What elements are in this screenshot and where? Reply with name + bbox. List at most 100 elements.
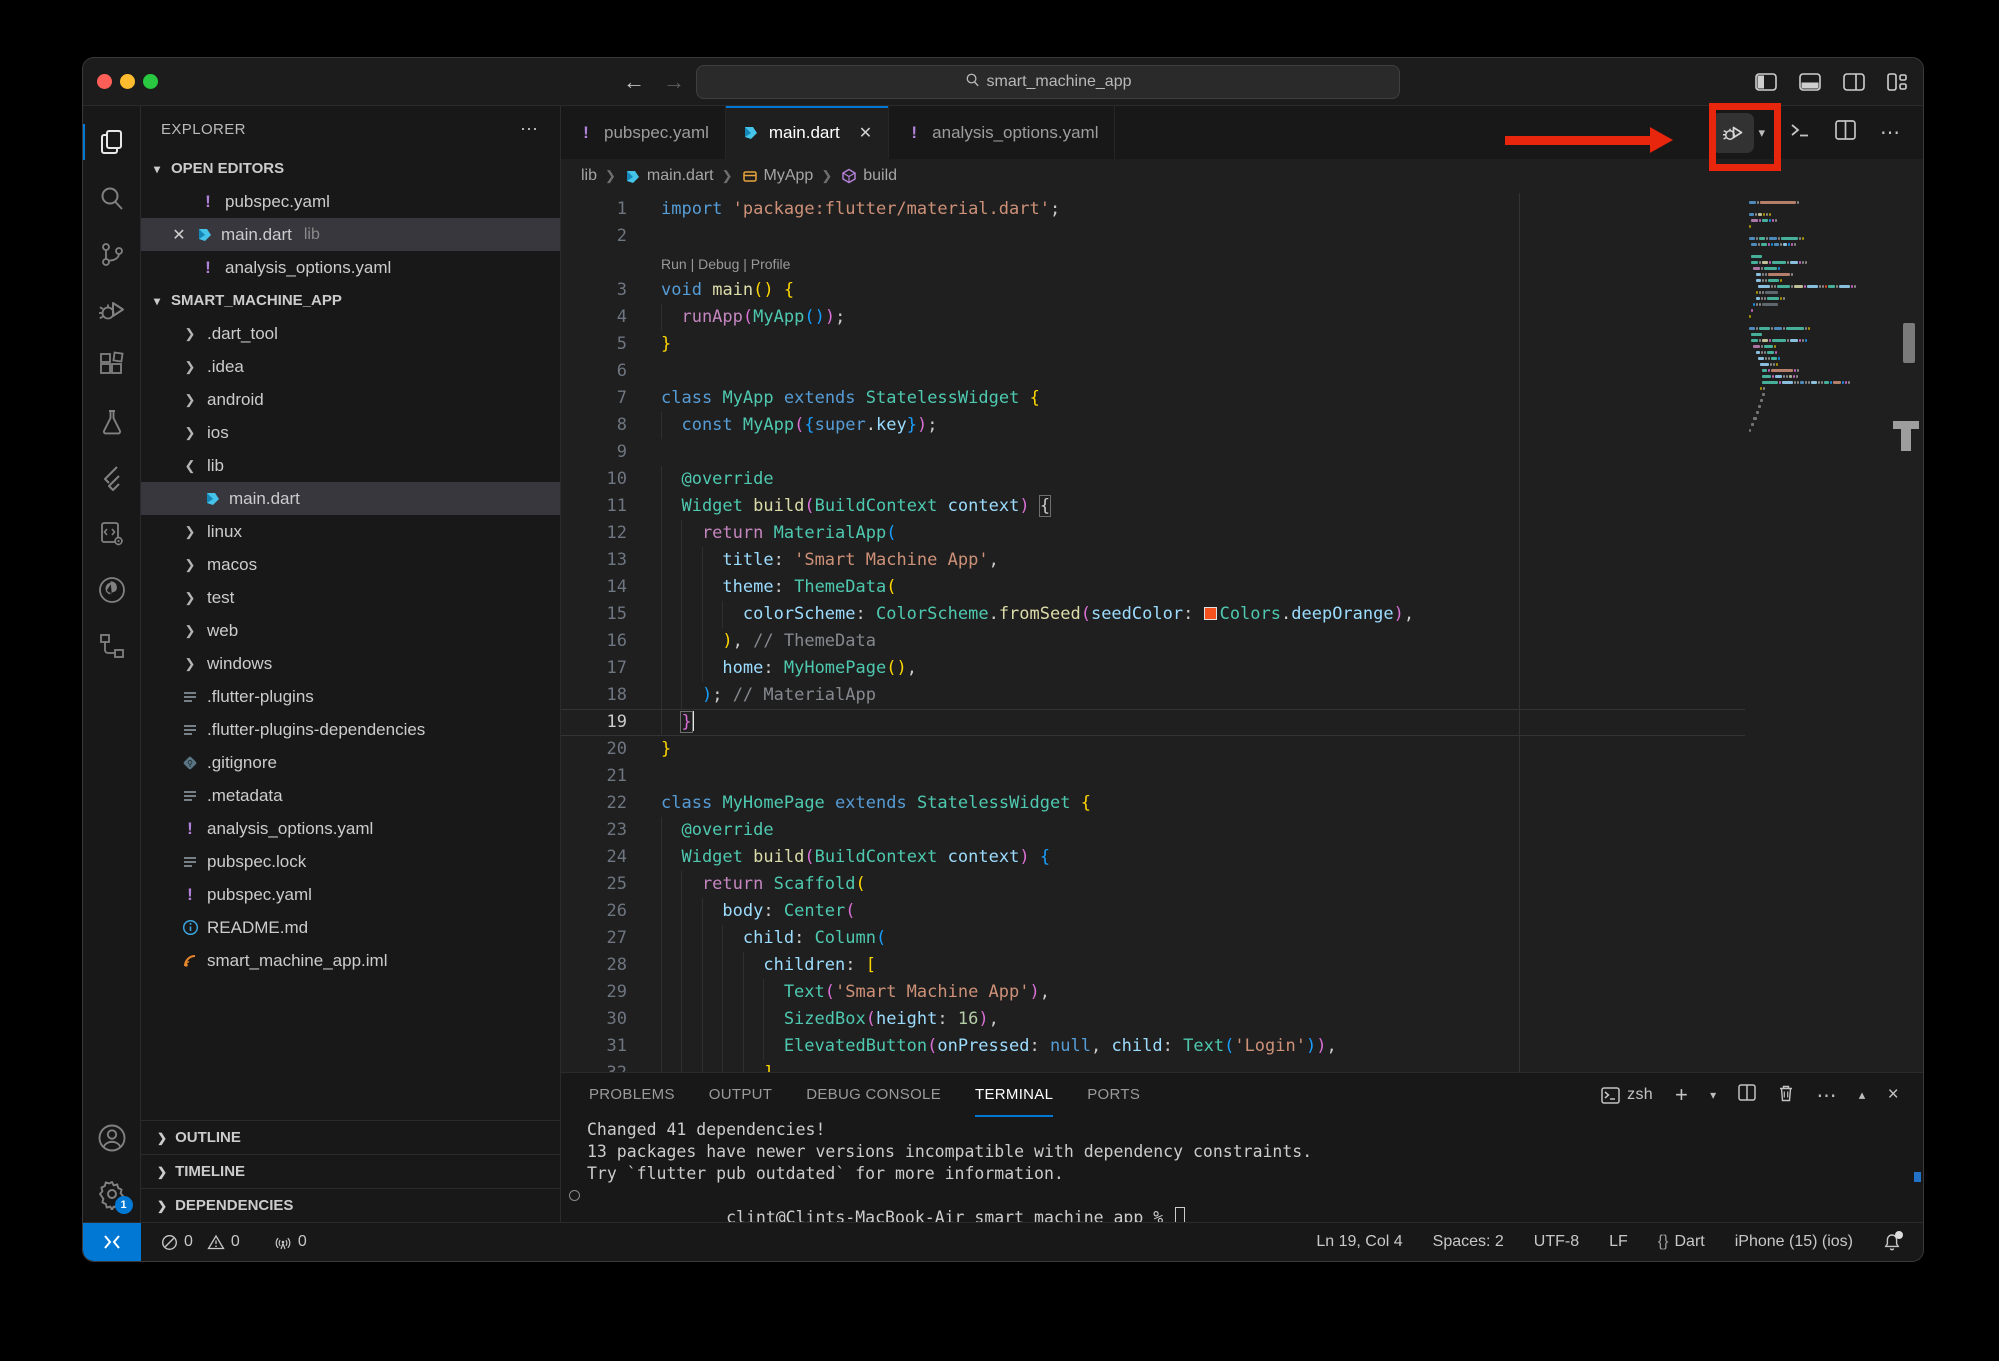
tab-pubspec-yaml[interactable]: ! pubspec.yaml [561, 106, 726, 159]
line-number[interactable]: 22 [561, 790, 627, 817]
explorer-icon[interactable] [83, 114, 141, 170]
panel-tab-ports[interactable]: PORTS [1087, 1073, 1140, 1117]
line-number[interactable]: 26 [561, 898, 627, 925]
cursor-position-status[interactable]: Ln 19, Col 4 [1316, 1233, 1402, 1251]
line-number[interactable]: 10 [561, 466, 627, 493]
breadcrumb-item[interactable]: MyApp [741, 167, 814, 185]
line-number[interactable]: 28 [561, 952, 627, 979]
tree-item-web[interactable]: ❯ web [141, 614, 560, 647]
code-line-15[interactable]: 15colorScheme: ColorScheme.fromSeed(seed… [561, 601, 1745, 628]
line-number[interactable]: 29 [561, 979, 627, 1006]
panel-more-actions-icon[interactable]: ⋯ [1816, 1083, 1836, 1108]
code-line-25[interactable]: 25return Scaffold( [561, 871, 1745, 898]
search-icon[interactable] [83, 170, 141, 226]
notifications-bell-icon[interactable] [1883, 1233, 1901, 1252]
code-line-3[interactable]: 3void main() { [561, 277, 1745, 304]
code-line-13[interactable]: 13title: 'Smart Machine App', [561, 547, 1745, 574]
tab-main-dart[interactable]: main.dart✕ [726, 106, 889, 159]
navigate-forward-button[interactable]: → [663, 69, 685, 95]
hierarchy-icon[interactable] [83, 618, 141, 674]
toggle-primary-sidebar-icon[interactable] [1755, 73, 1777, 91]
code-line-22[interactable]: 22class MyHomePage extends StatelessWidg… [561, 790, 1745, 817]
tree-item-linux[interactable]: ❯ linux [141, 515, 560, 548]
split-terminal-icon[interactable] [1738, 1084, 1756, 1106]
code-line-1[interactable]: 1import 'package:flutter/material.dart'; [561, 196, 1745, 223]
code-line-28[interactable]: 28children: [ [561, 952, 1745, 979]
tree-item-main-dart[interactable]: main.dart [141, 482, 560, 515]
code-line-27[interactable]: 27child: Column( [561, 925, 1745, 952]
code-line-16[interactable]: 16), // ThemeData [561, 628, 1745, 655]
line-number[interactable]: 18 [561, 682, 627, 709]
tree-item--metadata[interactable]: .metadata [141, 779, 560, 812]
line-number[interactable]: 17 [561, 655, 627, 682]
code-line-30[interactable]: 30SizedBox(height: 16), [561, 1006, 1745, 1033]
tree-item--dart-tool[interactable]: ❯ .dart_tool [141, 317, 560, 350]
sidebar-section-outline[interactable]: ❯OUTLINE [141, 1120, 560, 1154]
code-line-18[interactable]: 18); // MaterialApp [561, 682, 1745, 709]
panel-tab-debug-console[interactable]: DEBUG CONSOLE [806, 1073, 941, 1117]
line-number[interactable]: 19 [561, 709, 627, 736]
tree-item-analysis-options-yaml[interactable]: ! analysis_options.yaml [141, 812, 560, 845]
code-line-2[interactable]: 2 [561, 223, 1745, 250]
line-number[interactable]: 13 [561, 547, 627, 574]
line-number[interactable]: 5 [561, 331, 627, 358]
customize-layout-icon[interactable] [1887, 73, 1907, 91]
code-line-26[interactable]: 26body: Center( [561, 898, 1745, 925]
tree-item-pubspec-lock[interactable]: pubspec.lock [141, 845, 560, 878]
run-debug-icon[interactable] [83, 282, 141, 338]
line-number[interactable]: 24 [561, 844, 627, 871]
codelens-run-debug-profile[interactable]: Run | Debug | Profile [561, 250, 1745, 277]
zoom-window-button[interactable] [143, 74, 158, 89]
close-editor-icon[interactable]: ✕ [171, 225, 187, 245]
line-number[interactable]: 15 [561, 601, 627, 628]
sidebar-section-timeline[interactable]: ❯TIMELINE [141, 1154, 560, 1188]
code-line-29[interactable]: 29Text('Smart Machine App'), [561, 979, 1745, 1006]
flutter-icon[interactable] [83, 450, 141, 506]
code-line-31[interactable]: 31ElevatedButton(onPressed: null, child:… [561, 1033, 1745, 1060]
maximize-panel-icon[interactable]: ▴ [1859, 1087, 1866, 1103]
extensions-icon[interactable] [83, 338, 141, 394]
close-panel-icon[interactable]: × [1888, 1084, 1899, 1106]
project-section-header[interactable]: ▾ SMART_MACHINE_APP [141, 284, 560, 317]
panel-tab-problems[interactable]: PROBLEMS [589, 1073, 675, 1117]
kill-terminal-icon[interactable] [1778, 1084, 1794, 1107]
breadcrumb-item[interactable]: lib [581, 167, 597, 185]
source-control-icon[interactable] [83, 226, 141, 282]
tree-item--flutter-plugins[interactable]: .flutter-plugins [141, 680, 560, 713]
code-line-8[interactable]: 8const MyApp({super.key}); [561, 412, 1745, 439]
open-terminal-editor-icon[interactable] [1789, 120, 1811, 145]
sidebar-section-dependencies[interactable]: ❯DEPENDENCIES [141, 1188, 560, 1222]
tree-item-lib[interactable]: ❮ lib [141, 449, 560, 482]
terminal-shell-tab[interactable]: zsh [1601, 1086, 1653, 1104]
line-number[interactable]: 1 [561, 196, 627, 223]
problems-status[interactable]: 0 0 [151, 1223, 250, 1261]
line-number[interactable]: 16 [561, 628, 627, 655]
code-line-12[interactable]: 12return MaterialApp( [561, 520, 1745, 547]
settings-gear-icon[interactable]: 1 [83, 1166, 141, 1222]
tree-item--idea[interactable]: ❯ .idea [141, 350, 560, 383]
line-number[interactable]: 3 [561, 277, 627, 304]
code-editor[interactable]: 1import 'package:flutter/material.dart';… [561, 193, 1745, 1072]
code-line-4[interactable]: 4runApp(MyApp()); [561, 304, 1745, 331]
panel-tab-output[interactable]: OUTPUT [709, 1073, 772, 1117]
toggle-panel-icon[interactable] [1799, 73, 1821, 91]
tree-item-windows[interactable]: ❯ windows [141, 647, 560, 680]
open-editors-header[interactable]: ▾ OPEN EDITORS [141, 152, 560, 185]
more-actions-icon[interactable]: ⋯ [1880, 120, 1901, 145]
tree-item-readme-md[interactable]: README.md [141, 911, 560, 944]
account-icon[interactable] [83, 1110, 141, 1166]
code-line-21[interactable]: 21 [561, 763, 1745, 790]
line-number[interactable]: 31 [561, 1033, 627, 1060]
line-number[interactable]: 30 [561, 1006, 627, 1033]
open-editor-item[interactable]: ✕main.dartlib [141, 218, 560, 251]
tree-item-test[interactable]: ❯ test [141, 581, 560, 614]
line-number[interactable]: 20 [561, 736, 627, 763]
breadcrumb-item[interactable]: main.dart [624, 167, 714, 185]
minimap[interactable] [1745, 193, 1923, 1072]
code-line-20[interactable]: 20} [561, 736, 1745, 763]
tree-item--flutter-plugins-dependencies[interactable]: .flutter-plugins-dependencies [141, 713, 560, 746]
open-editor-item[interactable]: !analysis_options.yaml [141, 251, 560, 284]
close-window-button[interactable] [97, 74, 112, 89]
line-number[interactable]: 27 [561, 925, 627, 952]
command-decoration-icon[interactable] [569, 1190, 580, 1201]
